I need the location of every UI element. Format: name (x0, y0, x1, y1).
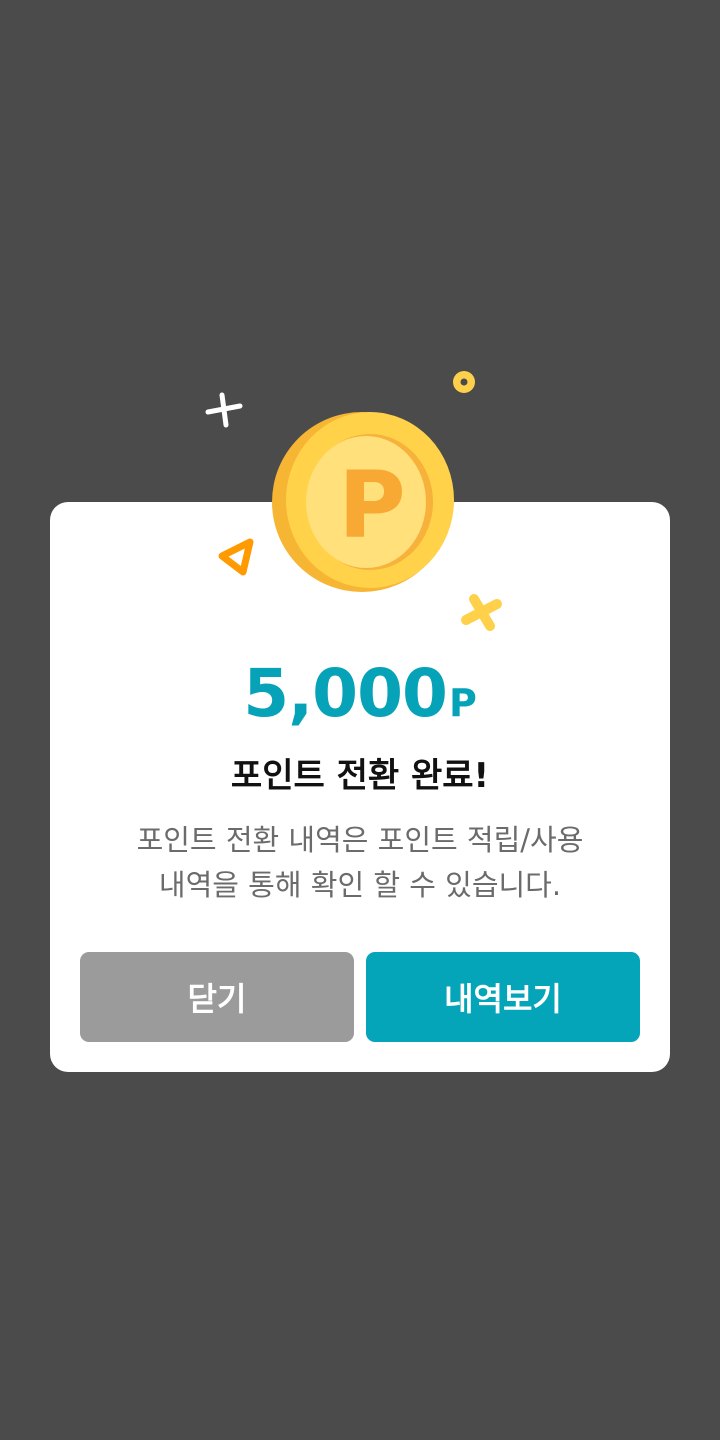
dialog-description: 포인트 전환 내역은 포인트 적립/사용 내역을 통해 확인 할 수 있습니다. (60, 818, 660, 908)
plus-sparkle-icon (205, 392, 243, 428)
point-amount-unit: P (448, 681, 477, 725)
view-history-button[interactable]: 내역보기 (366, 952, 640, 1042)
point-amount-value: 5,000 (243, 655, 448, 732)
circle-sparkle-icon (453, 371, 475, 393)
point-amount: 5,000P (0, 655, 720, 732)
dialog-description-line2: 내역을 통해 확인 할 수 있습니다. (158, 868, 562, 902)
close-button[interactable]: 닫기 (80, 952, 354, 1042)
dialog-title: 포인트 전환 완료! (230, 756, 490, 796)
dialog-description-line1: 포인트 전환 내역은 포인트 적립/사용 (136, 823, 584, 857)
